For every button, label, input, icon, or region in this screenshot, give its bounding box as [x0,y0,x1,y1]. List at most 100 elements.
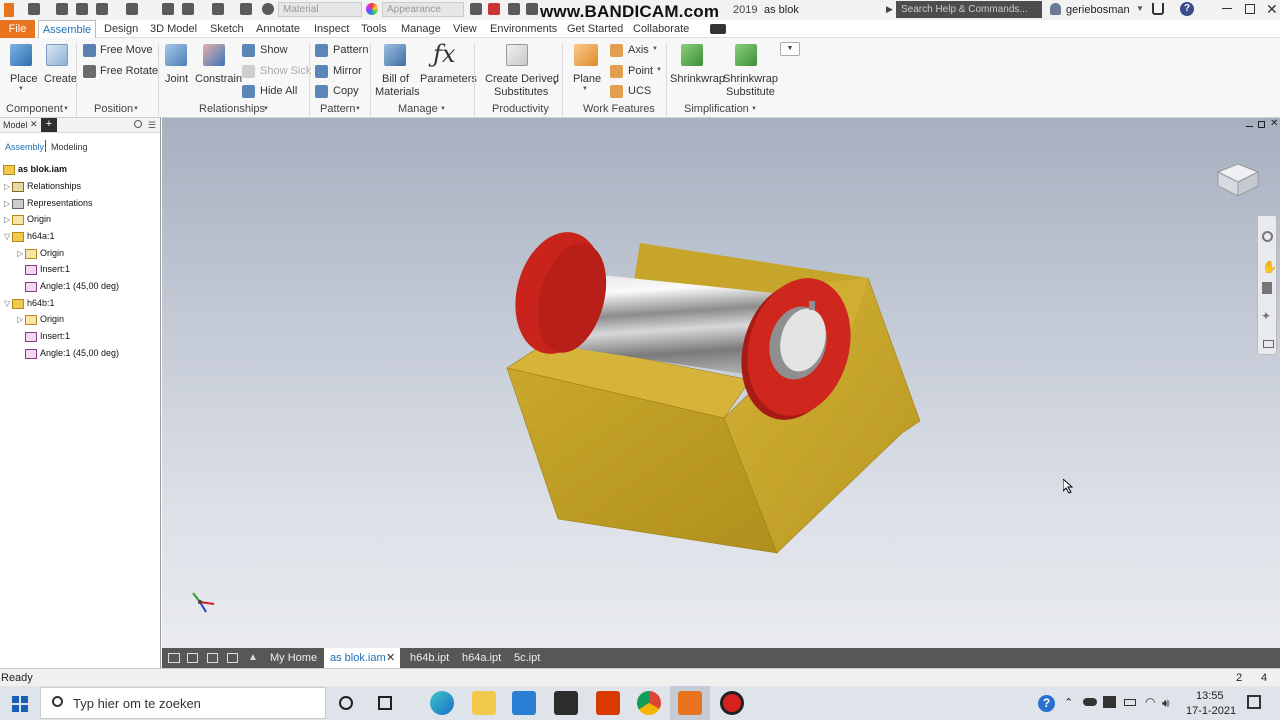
measure-icon[interactable] [240,3,252,15]
taskbar-search-placeholder[interactable]: Typ hier om te zoeken [73,696,201,711]
hide-all-button[interactable]: Hide All [260,85,297,97]
open-icon[interactable] [56,3,68,15]
tab-collaborate[interactable]: Collaborate [633,23,689,35]
browser-title[interactable]: Model [3,120,28,130]
clock-date[interactable]: 17-1-2021 [1186,705,1236,717]
model-canvas[interactable] [162,118,1280,648]
restore-icon[interactable] [1245,4,1255,14]
place-icon[interactable] [10,44,32,66]
tree-item-h64b[interactable]: ▽ h64b:1 [4,295,55,311]
show-button[interactable]: Show [260,44,288,56]
tray-chevron-icon[interactable]: ⌃ [1064,696,1073,709]
free-move-button[interactable]: Free Move [100,44,153,56]
onedrive-icon[interactable] [1083,698,1097,706]
work-features-group-label[interactable]: Work Features [583,103,655,115]
search-help-input[interactable]: Search Help & Commands... [896,1,1042,18]
copy-button[interactable]: Copy [333,85,359,97]
hide-all-icon[interactable] [242,85,255,98]
plane-button[interactable]: Plane [573,73,601,85]
bill-of-materials-icon[interactable] [384,44,406,66]
pattern-icon[interactable] [315,44,328,57]
username[interactable]: geriebosman [1066,4,1130,16]
chrome-icon[interactable] [637,691,661,715]
expand-icon[interactable]: ▷ [4,212,12,228]
free-rotate-button[interactable]: Free Rotate [100,65,158,77]
tab-design[interactable]: Design [104,23,138,35]
chevron-down-icon[interactable]: ▼ [1136,4,1144,13]
place-dropdown-icon[interactable]: ▼ [18,86,24,92]
notifications-icon[interactable] [1247,695,1261,709]
fx-icon[interactable] [526,3,538,15]
expand-icon[interactable]: ▷ [4,179,12,195]
tab-view[interactable]: View [453,23,477,35]
view-cube-icon[interactable] [1214,154,1260,197]
help-tray-icon[interactable]: ? [1038,695,1055,712]
tree-item-h64a-origin[interactable]: ▷ Origin [17,245,64,261]
vertical-split-icon[interactable] [227,653,238,663]
battery-icon[interactable] [1124,699,1136,706]
position-dropdown-icon[interactable]: ▼ [133,106,139,112]
fx-parameters-icon[interactable]: ƒx [433,40,455,68]
shrinkwrap-button[interactable]: Shrinkwrap [670,73,725,85]
point-dropdown-icon[interactable]: ▼ [656,67,662,73]
close-tab-icon[interactable]: ✕ [386,651,395,664]
grid-icon[interactable] [187,653,198,663]
tab-inspect[interactable]: Inspect [314,23,349,35]
chevron-right-icon[interactable]: ▶ [886,4,893,15]
position-group-label[interactable]: Position [94,103,133,115]
ribbon-options-icon[interactable]: ▼ [780,42,800,56]
tab-list-icon[interactable]: ▲ [248,652,258,663]
office-icon[interactable] [596,691,620,715]
joint-icon[interactable] [165,44,187,66]
mirror-icon[interactable] [315,65,328,78]
point-button[interactable]: Point [628,65,653,77]
tab-3d-model[interactable]: 3D Model [150,23,197,35]
pattern-button[interactable]: Pattern [333,44,368,56]
tab-h64a-ipt[interactable]: h64a.ipt [456,648,507,668]
wifi-icon[interactable]: ◠ [1145,695,1155,709]
relationships-group-label[interactable]: Relationships [199,103,265,115]
constrain-icon[interactable] [203,44,225,66]
home-icon[interactable] [162,3,174,15]
close-icon[interactable]: ✕ [1266,1,1278,18]
viewport-close-icon[interactable]: ✕ [1270,118,1278,129]
graphics-viewport[interactable]: ✋ ✦ ✕ [162,118,1280,648]
help-icon[interactable]: ? [1180,2,1194,16]
tab-manage[interactable]: Manage [401,23,441,35]
viewport-minimize-icon[interactable] [1246,126,1253,127]
mode-modeling-tab[interactable]: Modeling [51,142,88,152]
select-icon[interactable] [212,3,224,15]
pattern-group-label[interactable]: Pattern [320,103,355,115]
network-icon[interactable] [1103,696,1116,708]
mail-icon[interactable] [554,691,578,715]
tab-h64b-ipt[interactable]: h64b.ipt [404,648,455,668]
viewport-restore-icon[interactable] [1258,121,1265,128]
edge-icon[interactable] [430,691,454,715]
bill-of-materials-button-line2[interactable]: Materials [375,86,420,98]
menu-icon[interactable]: ☰ [148,120,156,131]
create-button[interactable]: Create [44,73,77,85]
axis-icon[interactable] [610,44,623,57]
collapse-icon[interactable]: ▽ [4,229,12,245]
axis-dropdown-icon[interactable]: ▼ [652,46,658,52]
tree-item-origin[interactable]: ▷ Origin [4,211,51,227]
tree-item-h64a-angle[interactable]: Angle:1 (45,00 deg) [25,278,119,294]
user-icon[interactable] [1050,3,1061,15]
appearance-field[interactable]: Appearance [382,2,464,17]
joint-button[interactable]: Joint [165,73,188,85]
expand-icon[interactable]: ▷ [17,312,25,328]
keyway[interactable] [809,301,815,310]
cart-icon[interactable] [1152,3,1164,15]
file-explorer-icon[interactable] [472,691,496,715]
material-field[interactable]: Material [278,2,362,17]
tab-tools[interactable]: Tools [361,23,387,35]
plane-dropdown-icon[interactable]: ▼ [582,86,588,92]
pan-icon[interactable]: ✋ [1262,260,1277,274]
file-menu[interactable]: File [0,20,35,38]
create-derived-substitutes-icon[interactable] [506,44,528,66]
component-dropdown-icon[interactable]: ▼ [63,106,69,112]
tab-sketch[interactable]: Sketch [210,23,244,35]
collapse-icon[interactable]: ▽ [4,296,12,312]
appearance-icon[interactable] [470,3,482,15]
redo-icon[interactable] [126,3,138,15]
